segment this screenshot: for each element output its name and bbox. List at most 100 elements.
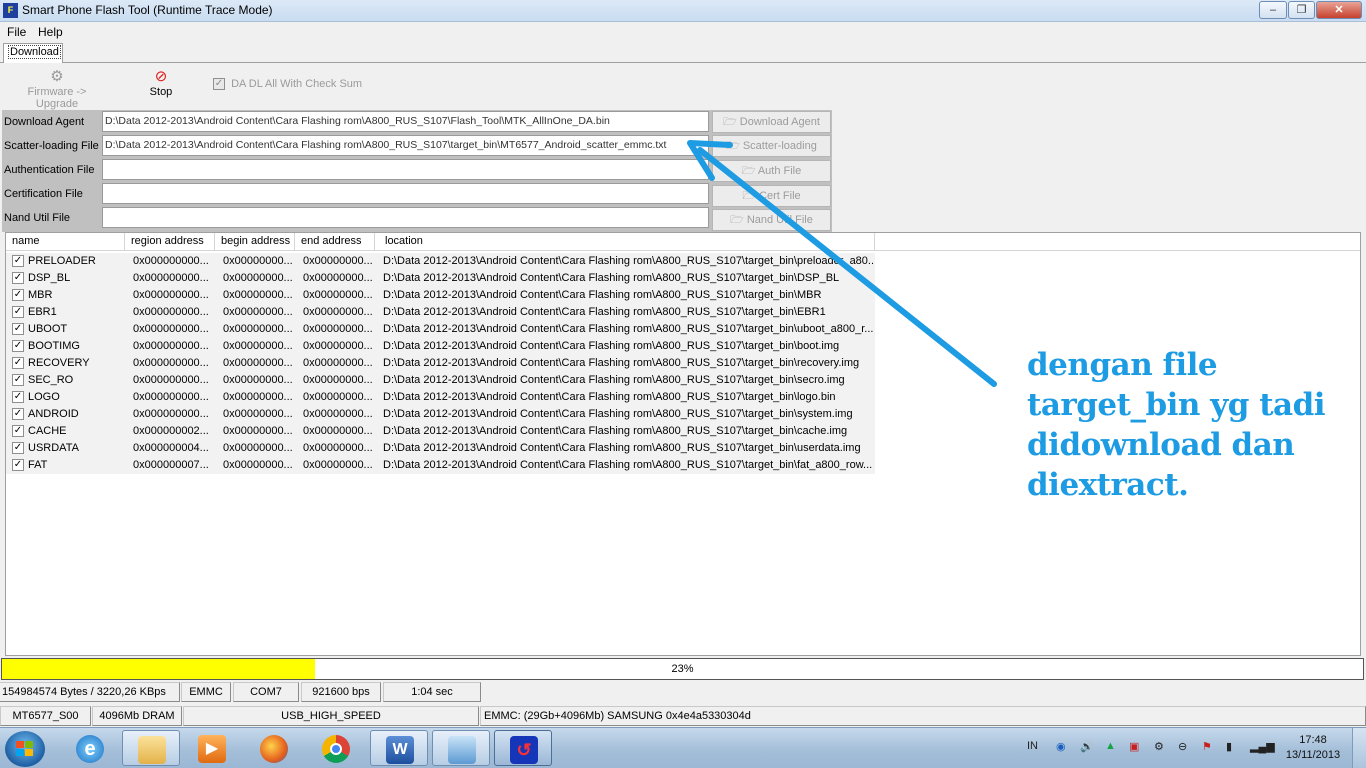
taskbar-internet-explorer[interactable]: e [61, 730, 119, 766]
partition-checkbox[interactable]: ✓ [12, 391, 24, 404]
action-center-icon[interactable]: ⚑ [1202, 740, 1212, 753]
scatter-loading-button[interactable]: 🗁 Scatter-loading [712, 135, 831, 157]
windows-logo-icon [16, 741, 33, 756]
table-row[interactable]: ✓ FAT 0x000000007... 0x00000000... 0x0000000… [6, 457, 875, 474]
download-agent-field[interactable]: D:\Data 2012-2013\Android Content\Cara F… [102, 111, 709, 132]
system-clock[interactable]: 17:48 13/11/2013 [1278, 733, 1348, 763]
table-row[interactable]: ✓ RECOVERY 0x000000000... 0x00000000... 0x00… [6, 355, 875, 372]
device-status-bar: MT6577_S00 4096Mb DRAM USB_HIGH_SPEED EM… [0, 705, 1366, 727]
partition-checkbox[interactable]: ✓ [12, 374, 24, 387]
progress-percent: 23% [671, 663, 694, 675]
auth-file-field[interactable] [102, 159, 709, 180]
volume-icon[interactable]: 🔊 [1080, 740, 1094, 753]
end-address: 0x00000000... [303, 323, 373, 335]
partition-checkbox[interactable]: ✓ [12, 425, 24, 438]
region-address: 0x000000000... [133, 374, 209, 386]
auth-file-button[interactable]: 🗁 Auth File [712, 160, 831, 182]
table-row[interactable]: ✓ SEC_RO 0x000000000... 0x00000000... 0x0000… [6, 372, 875, 389]
nvidia-icon[interactable]: ▲ [1105, 740, 1116, 752]
begin-address: 0x00000000... [223, 408, 293, 420]
stop-button[interactable]: ⊘ Stop [140, 68, 182, 98]
begin-address: 0x00000000... [223, 357, 293, 369]
table-row[interactable]: ✓ MBR 0x000000000... 0x00000000... 0x0000000… [6, 287, 875, 304]
partition-name: ✓ ANDROID [12, 406, 122, 423]
battery-icon[interactable]: ▮ [1226, 740, 1232, 753]
minimize-button[interactable]: ‒ [1259, 1, 1287, 19]
checksum-option[interactable]: ✓ DA DL All With Check Sum [213, 78, 362, 91]
taskbar-windows-explorer[interactable] [122, 730, 180, 766]
nand-util-file-field[interactable] [102, 207, 709, 228]
partition-checkbox[interactable]: ✓ [12, 459, 24, 472]
cert-file-button[interactable]: 🗁 Cert File [712, 185, 831, 207]
taskbar-firefox[interactable] [245, 730, 303, 766]
checksum-checkbox[interactable]: ✓ [213, 78, 225, 91]
partition-checkbox[interactable]: ✓ [12, 323, 24, 336]
partition-name: ✓ USRDATA [12, 440, 122, 457]
table-row[interactable]: ✓ CACHE 0x000000002... 0x00000000... 0x00000… [6, 423, 875, 440]
usb-speed-status: USB_HIGH_SPEED [183, 706, 479, 726]
scatter-file-field[interactable]: D:\Data 2012-2013\Android Content\Cara F… [102, 135, 709, 156]
region-address: 0x000000007... [133, 459, 209, 471]
end-address: 0x00000000... [303, 459, 373, 471]
column-header-begin-address[interactable]: begin address [215, 233, 295, 251]
taskbar-flash-tool[interactable]: ↺ [494, 730, 552, 766]
flash-tool-taskbar-icon: ↺ [510, 736, 538, 764]
table-row[interactable]: ✓ BOOTIMG 0x000000000... 0x00000000... 0x000… [6, 338, 875, 355]
dram-status: 4096Mb DRAM [92, 706, 182, 726]
menu-help[interactable]: Help [38, 25, 63, 39]
taskbar-media-player[interactable]: ▶ [183, 730, 241, 766]
table-row[interactable]: ✓ PRELOADER 0x000000000... 0x00000000... 0x0… [6, 253, 875, 270]
taskbar-word[interactable]: W [370, 730, 428, 766]
download-progress-bar: 23% [1, 658, 1364, 680]
show-desktop-button[interactable] [1352, 728, 1366, 768]
column-header-location[interactable]: location [375, 233, 875, 251]
partition-checkbox[interactable]: ✓ [12, 408, 24, 421]
table-row[interactable]: ✓ LOGO 0x000000000... 0x00000000... 0x000000… [6, 389, 875, 406]
clock-time: 17:48 [1299, 734, 1327, 746]
table-row[interactable]: ✓ ANDROID 0x000000000... 0x00000000... 0x000… [6, 406, 875, 423]
tab-download-label: Download [8, 45, 61, 59]
hardware-icon[interactable]: ⚙ [1154, 740, 1164, 753]
close-button[interactable]: ✕ [1316, 1, 1362, 19]
tab-download[interactable]: Download [3, 43, 63, 63]
partition-checkbox[interactable]: ✓ [12, 255, 24, 268]
partition-name: ✓ MBR [12, 287, 122, 304]
table-row[interactable]: ✓ EBR1 0x000000000... 0x00000000... 0x000000… [6, 304, 875, 321]
partition-name: ✓ EBR1 [12, 304, 122, 321]
scatter-loading-button-label: Scatter-loading [742, 140, 817, 152]
column-header-region-address[interactable]: region address [125, 233, 215, 251]
firmware-upgrade-button[interactable]: ⚙ Firmware -> Upgrade [6, 68, 108, 110]
partition-name-label: FAT [28, 459, 48, 471]
network-sync-icon[interactable]: ◉ [1056, 740, 1066, 753]
cert-file-button-label: Cert File [759, 190, 801, 202]
partition-name: ✓ BOOTIMG [12, 338, 122, 355]
partition-checkbox[interactable]: ✓ [12, 442, 24, 455]
download-agent-button[interactable]: 🗁 Download Agent [712, 111, 831, 133]
taskbar-control-panel[interactable] [432, 730, 490, 766]
partition-checkbox[interactable]: ✓ [12, 306, 24, 319]
partition-checkbox[interactable]: ✓ [12, 289, 24, 302]
menu-file[interactable]: File [7, 25, 26, 39]
signal-icon[interactable]: ▂▄▆ [1250, 740, 1275, 753]
table-row[interactable]: ✓ UBOOT 0x000000000... 0x00000000... 0x00000… [6, 321, 875, 338]
column-header-name[interactable]: name [6, 233, 125, 251]
taskbar-chrome[interactable] [307, 730, 365, 766]
folder-icon: 🗁 [730, 214, 747, 226]
start-button[interactable] [5, 731, 45, 767]
table-row[interactable]: ✓ USRDATA 0x000000004... 0x00000000... 0x000… [6, 440, 875, 457]
cert-file-field[interactable] [102, 183, 709, 204]
partition-checkbox[interactable]: ✓ [12, 357, 24, 370]
stop-label: Stop [149, 86, 173, 98]
nand-util-file-button[interactable]: 🗁 Nand Util File [712, 209, 831, 231]
partition-checkbox[interactable]: ✓ [12, 340, 24, 353]
file-location: D:\Data 2012-2013\Android Content\Cara F… [383, 408, 853, 420]
minus-circle-icon[interactable]: ⊖ [1178, 740, 1187, 753]
partition-checkbox[interactable]: ✓ [12, 272, 24, 285]
table-row[interactable]: ✓ DSP_BL 0x000000000... 0x00000000... 0x0000… [6, 270, 875, 287]
antivirus-icon[interactable]: ▣ [1129, 740, 1139, 753]
storage-type-status: EMMC [181, 682, 231, 702]
end-address: 0x00000000... [303, 306, 373, 318]
column-header-end-address[interactable]: end address [295, 233, 375, 251]
language-indicator[interactable]: IN [1027, 740, 1038, 752]
maximize-button[interactable]: ❐ [1288, 1, 1315, 19]
